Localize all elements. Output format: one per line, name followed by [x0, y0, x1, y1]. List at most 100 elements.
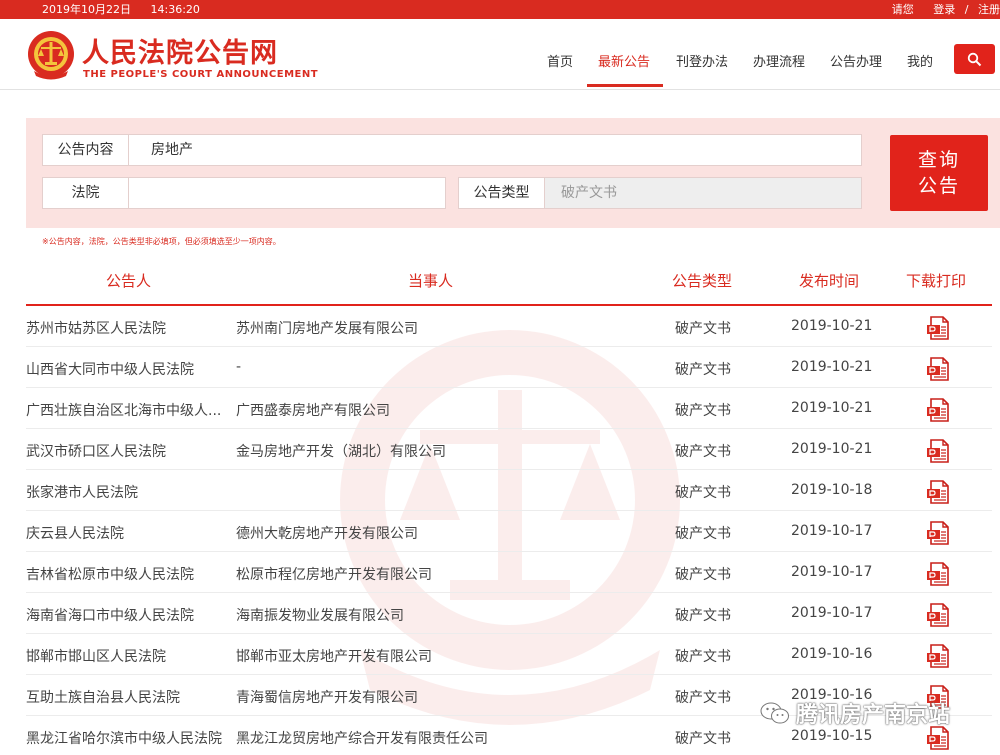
row-party: 广西盛泰房地产有限公司 [236, 403, 390, 419]
header-search-button[interactable] [954, 44, 995, 74]
announcement-table-header: 公告人 当事人 公告类型 发布时间 下载打印 [26, 260, 992, 306]
row-type: 破产文书 [675, 567, 731, 583]
query-button-line2: 公告 [917, 175, 960, 197]
nav-home[interactable]: 首页 [547, 51, 573, 70]
row-date: 2019-10-21 [791, 400, 873, 416]
current-time: 14:36:20 [150, 3, 200, 16]
table-row[interactable]: 张家港市人民法院 破产文书 2019-10-18 [26, 470, 992, 511]
row-court[interactable]: 黑龙江省哈尔滨市中级人民法院 [26, 728, 232, 748]
row-court[interactable]: 海南省海口市中级人民法院 [26, 605, 232, 625]
nav-announcement-handling[interactable]: 公告办理 [830, 51, 882, 70]
table-row[interactable]: 庆云县人民法院 德州大乾房地产开发有限公司 破产文书 2019-10-17 [26, 511, 992, 552]
table-row[interactable]: 吉林省松原市中级人民法院 松原市程亿房地产开发有限公司 破产文书 2019-10-17 [26, 552, 992, 593]
court-label: 法院 [43, 178, 129, 208]
pdf-download-icon[interactable] [926, 356, 952, 382]
pdf-download-icon[interactable] [926, 315, 952, 341]
row-date: 2019-10-15 [791, 728, 873, 744]
login-link[interactable]: 登录 [933, 0, 955, 19]
row-court[interactable]: 吉林省松原市中级人民法院 [26, 564, 232, 584]
current-date: 2019年10月22日 [42, 3, 131, 16]
pdf-download-icon[interactable] [926, 520, 952, 546]
column-header-type: 公告类型 [672, 272, 733, 290]
top-bar: 2019年10月22日 14:36:20 请您 登录 / 注册 [0, 0, 1000, 19]
row-court[interactable]: 苏州市姑苏区人民法院 [26, 318, 232, 338]
column-header-court: 公告人 [106, 272, 152, 290]
announcement-type-select[interactable]: 破产文书 [545, 178, 861, 208]
login-register-separator: / [964, 3, 969, 16]
table-row[interactable]: 海南省海口市中级人民法院 海南振发物业发展有限公司 破产文书 2019-10-17 [26, 593, 992, 634]
row-date: 2019-10-21 [791, 359, 873, 375]
pdf-download-icon[interactable] [926, 397, 952, 423]
search-icon [967, 52, 982, 67]
row-date: 2019-10-17 [791, 523, 873, 539]
wechat-account-name: 腾讯房产南京站 [796, 703, 951, 728]
row-court[interactable]: 张家港市人民法院 [26, 482, 232, 502]
row-date: 2019-10-16 [791, 646, 873, 662]
column-header-download: 下载打印 [906, 272, 967, 290]
table-row[interactable]: 山西省大同市中级人民法院 - 破产文书 2019-10-21 [26, 347, 992, 388]
table-row[interactable]: 苏州市姑苏区人民法院 苏州南门房地产发展有限公司 破产文书 2019-10-21 [26, 306, 992, 347]
account-links: 请您 登录 / 注册 [878, 0, 1000, 19]
row-party: 松原市程亿房地产开发有限公司 [236, 567, 432, 583]
row-type: 破产文书 [675, 362, 731, 378]
column-header-party: 当事人 [408, 272, 454, 290]
pdf-download-icon[interactable] [926, 438, 952, 464]
row-type: 破产文书 [675, 731, 731, 747]
row-date: 2019-10-21 [791, 318, 873, 334]
row-party: 黑龙江龙贸房地产综合开发有限责任公司 [236, 731, 488, 747]
row-court[interactable]: 邯郸市邯山区人民法院 [26, 646, 232, 666]
announcement-content-input[interactable]: 房地产 [151, 135, 193, 165]
row-court[interactable]: 庆云县人民法院 [26, 523, 232, 543]
court-field[interactable]: 法院 [42, 177, 446, 209]
query-announcement-button[interactable]: 查询 公告 [890, 135, 988, 211]
site-logo-subtitle: THE PEOPLE'S COURT ANNOUNCEMENT [83, 69, 319, 80]
wechat-icon [760, 702, 789, 724]
announcement-table-body: 苏州市姑苏区人民法院 苏州南门房地产发展有限公司 破产文书 2019-10-21 山西省… [26, 306, 992, 755]
row-type: 破产文书 [675, 403, 731, 419]
row-type: 破产文书 [675, 485, 731, 501]
nav-process[interactable]: 办理流程 [753, 51, 805, 70]
pdf-download-icon[interactable] [926, 479, 952, 505]
table-row[interactable]: 邯郸市邯山区人民法院 邯郸市亚太房地产开发有限公司 破产文书 2019-10-16 [26, 634, 992, 675]
table-row[interactable]: 广西壮族自治区北海市中级人... 广西盛泰房地产有限公司 破产文书 2019-10-2… [26, 388, 992, 429]
row-date: 2019-10-18 [791, 482, 873, 498]
court-emblem-icon[interactable] [26, 27, 76, 81]
row-type: 破产文书 [675, 649, 731, 665]
row-court[interactable]: 广西壮族自治区北海市中级人... [26, 400, 232, 420]
pdf-download-icon[interactable] [926, 643, 952, 669]
table-row[interactable]: 武汉市硚口区人民法院 金马房地产开发（湖北）有限公司 破产文书 2019-10-21 [26, 429, 992, 470]
announcement-content-field[interactable]: 公告内容 房地产 [42, 134, 862, 166]
row-type: 破产文书 [675, 608, 731, 624]
column-header-date: 发布时间 [799, 272, 860, 290]
pdf-download-icon[interactable] [926, 602, 952, 628]
announcement-content-label: 公告内容 [43, 135, 129, 165]
row-party: 苏州南门房地产发展有限公司 [236, 321, 418, 337]
announcement-type-field[interactable]: 公告类型 破产文书 [458, 177, 862, 209]
nav-latest-announcements[interactable]: 最新公告 [598, 51, 650, 70]
nav-publish-method[interactable]: 刊登办法 [676, 51, 728, 70]
row-party: 海南振发物业发展有限公司 [236, 608, 404, 624]
greeting-text: 请您 [891, 3, 914, 16]
pdf-download-icon[interactable] [926, 561, 952, 587]
search-requirement-note: ※公告内容，法院，公告类型非必填项，但必须填选至少一项内容。 [42, 237, 281, 246]
query-button-line1: 查询 [917, 149, 960, 171]
announcement-type-label: 公告类型 [459, 178, 545, 208]
row-type: 破产文书 [675, 321, 731, 337]
row-court[interactable]: 互助土族自治县人民法院 [26, 687, 232, 707]
row-date: 2019-10-17 [791, 605, 873, 621]
site-logo-title[interactable]: 人民法院公告网 [82, 31, 278, 70]
row-party: 金马房地产开发（湖北）有限公司 [236, 444, 446, 460]
row-party: 邯郸市亚太房地产开发有限公司 [236, 649, 432, 665]
row-date: 2019-10-17 [791, 564, 873, 580]
nav-mine[interactable]: 我的 [907, 51, 933, 70]
row-party: 青海蜀信房地产开发有限公司 [236, 690, 418, 706]
row-date: 2019-10-21 [791, 441, 873, 457]
register-link[interactable]: 注册 [978, 0, 1000, 19]
row-court[interactable]: 山西省大同市中级人民法院 [26, 359, 232, 379]
row-court[interactable]: 武汉市硚口区人民法院 [26, 441, 232, 461]
active-nav-underline [587, 84, 663, 87]
row-party: 德州大乾房地产开发有限公司 [236, 526, 418, 542]
row-type: 破产文书 [675, 526, 731, 542]
site-header: 人民法院公告网 THE PEOPLE'S COURT ANNOUNCEMENT … [0, 19, 1000, 90]
row-party: - [236, 359, 242, 375]
